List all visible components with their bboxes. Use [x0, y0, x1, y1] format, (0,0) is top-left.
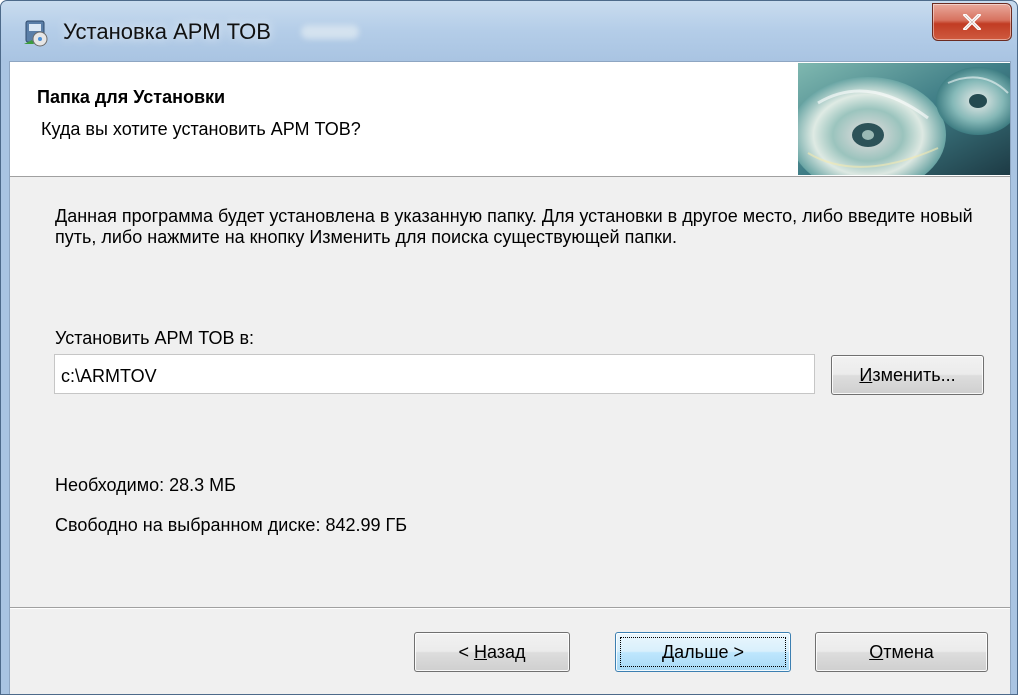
space-free-text: Свободно на выбранном диске: 842.99 ГБ [55, 515, 408, 535]
window-title: Установка АРМ ТОВ [63, 19, 271, 44]
focus-ring [620, 637, 786, 667]
footer-separator [10, 607, 1010, 609]
close-icon [963, 14, 981, 30]
back-prefix: < [458, 641, 474, 662]
title-blurred-version [301, 25, 359, 39]
cancel-button[interactable]: Отмена [815, 632, 988, 672]
install-description: Данная программа будет установлена в ука… [55, 206, 973, 247]
change-mnemonic: И [859, 364, 873, 385]
install-path-input[interactable] [54, 354, 815, 394]
change-button[interactable]: Изменить... [831, 355, 984, 395]
install-path-label: Установить АРМ ТОВ в: [55, 328, 255, 348]
next-button[interactable]: Дальше > [615, 632, 791, 672]
header-subtitle: Куда вы хотите установить АРМ ТОВ? [41, 119, 361, 139]
title-bar[interactable]: Установка АРМ ТОВ [1, 1, 1017, 61]
cancel-mnemonic: О [869, 641, 884, 662]
header-panel: Папка для Установки Куда вы хотите устан… [10, 62, 1010, 177]
cancel-label: тмена [883, 641, 934, 662]
installer-window: Установка АРМ ТОВ Папка для Установки Ку… [0, 0, 1018, 695]
dialog-client-area: Папка для Установки Куда вы хотите устан… [9, 61, 1011, 694]
disc-art-icon [798, 63, 1010, 175]
installer-app-icon [24, 20, 48, 47]
close-button[interactable] [932, 3, 1012, 41]
space-required-text: Необходимо: 28.3 МБ [55, 475, 236, 495]
back-label: азад [486, 641, 526, 662]
header-title: Папка для Установки [37, 87, 226, 107]
change-label: зменить... [872, 364, 956, 385]
back-button[interactable]: < Назад [414, 632, 570, 672]
back-mnemonic: Н [473, 641, 487, 662]
